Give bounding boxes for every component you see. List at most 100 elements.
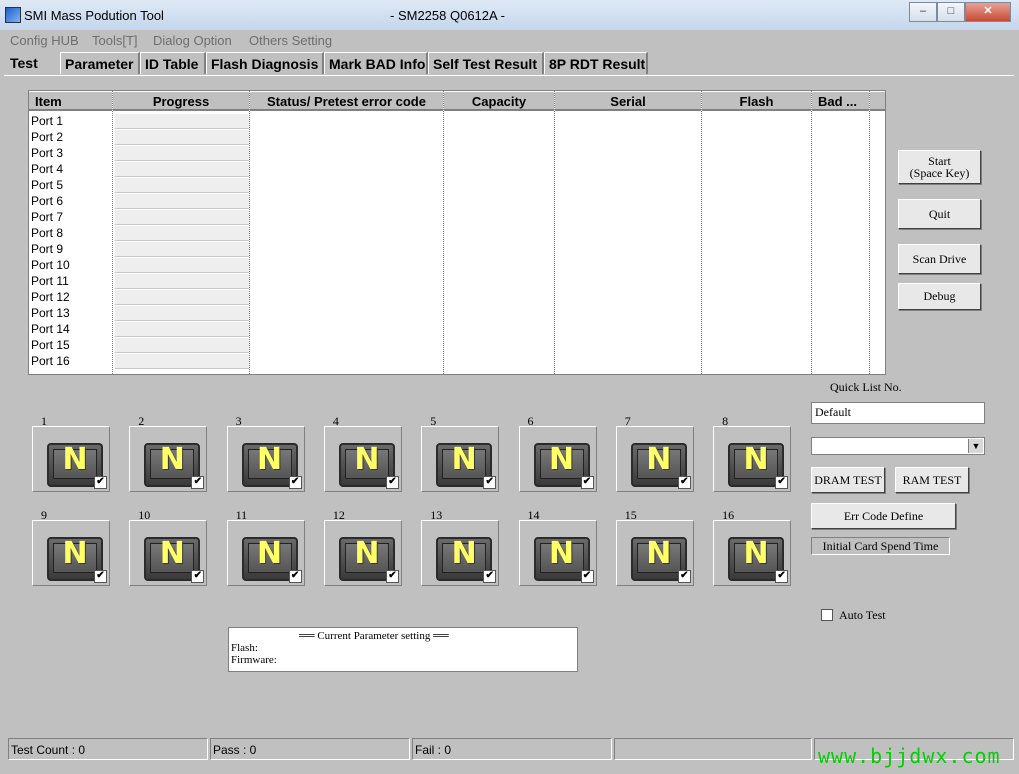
port-checkbox[interactable]: ✔: [677, 476, 691, 489]
table-row-item[interactable]: Port 15: [31, 337, 70, 353]
table-row-item[interactable]: Port 11: [31, 273, 69, 289]
tab-8p-rdt-result[interactable]: 8P RDT Result: [544, 52, 648, 74]
port-state-letter: N: [646, 442, 672, 477]
port-tile[interactable]: 15 N ✔: [615, 508, 696, 586]
dram-test-button[interactable]: DRAM TEST: [811, 467, 885, 493]
port-checkbox[interactable]: ✔: [191, 476, 205, 489]
column-header-bad[interactable]: Bad ...: [812, 91, 869, 111]
column-header-progress[interactable]: Progress: [113, 91, 249, 111]
port-tile[interactable]: 6 N ✔: [518, 414, 599, 492]
port-tile[interactable]: 5 N ✔: [421, 414, 501, 492]
maximize-button[interactable]: □: [937, 2, 965, 22]
port-tile[interactable]: 12 N ✔: [323, 508, 404, 586]
column-header-status[interactable]: Status/ Pretest error code: [250, 91, 443, 111]
menu-others-setting[interactable]: Others Setting: [249, 33, 332, 48]
table-row-item[interactable]: Port 5: [31, 177, 63, 193]
port-tile[interactable]: 7 N ✔: [615, 414, 696, 492]
port-checkbox[interactable]: ✔: [580, 476, 594, 489]
port-tile[interactable]: 10 N ✔: [129, 508, 209, 586]
tab-self-test-result[interactable]: Self Test Result: [428, 52, 544, 74]
quick-list-select[interactable]: ▼: [811, 437, 985, 455]
menu-dialog-option[interactable]: Dialog Option: [153, 33, 232, 48]
table-row-item[interactable]: Port 12: [31, 289, 70, 305]
table-row-item[interactable]: Port 16: [31, 353, 70, 369]
table-row-item[interactable]: Port 9: [31, 241, 63, 257]
status-pass: Pass : 0: [210, 738, 410, 760]
port-tile[interactable]: 8 N ✔: [713, 414, 793, 492]
menu-tools[interactable]: Tools[T]: [92, 33, 138, 48]
start-button[interactable]: Start (Space Key): [898, 150, 981, 184]
progress-bar: [115, 210, 249, 225]
port-checkbox[interactable]: ✔: [483, 570, 497, 583]
port-state-letter: N: [257, 442, 283, 477]
table-row-item[interactable]: Port 6: [31, 193, 63, 209]
port-checkbox[interactable]: ✔: [775, 570, 789, 583]
tab-mark-bad-info[interactable]: Mark BAD Info: [324, 52, 428, 74]
port-tile[interactable]: 13 N ✔: [421, 508, 501, 586]
port-checkbox[interactable]: ✔: [775, 476, 789, 489]
table-row-item[interactable]: Port 8: [31, 225, 63, 241]
table-row-item[interactable]: Port 14: [31, 321, 70, 337]
minimize-button[interactable]: –: [909, 2, 937, 22]
port-tile[interactable]: 1 N ✔: [32, 414, 112, 492]
tab-test[interactable]: Test: [6, 52, 58, 74]
tab-flash-diagnosis[interactable]: Flash Diagnosis: [206, 52, 324, 74]
port-status-table[interactable]: Item Port 1 Port 2 Port 3 Port 4 Port 5 Port …: [28, 90, 886, 375]
table-row-item[interactable]: Port 1: [31, 113, 63, 129]
progress-bar: [115, 178, 249, 193]
progress-bar: [115, 338, 249, 353]
port-tile[interactable]: 16 N ✔: [713, 508, 793, 586]
port-checkbox[interactable]: ✔: [677, 570, 691, 583]
progress-bar: [115, 322, 249, 337]
port-tile[interactable]: 11 N ✔: [226, 508, 307, 586]
table-row-item[interactable]: Port 10: [31, 257, 70, 273]
port-tile[interactable]: 4 N ✔: [323, 414, 404, 492]
port-state-letter: N: [159, 442, 185, 477]
port-checkbox[interactable]: ✔: [385, 570, 399, 583]
port-tile[interactable]: 9 N ✔: [32, 508, 112, 586]
progress-bar: [115, 290, 249, 305]
tab-parameter[interactable]: Parameter: [60, 52, 140, 74]
firmware-label: Firmware:: [231, 654, 277, 666]
quit-button[interactable]: Quit: [898, 199, 981, 229]
port-checkbox[interactable]: ✔: [94, 570, 107, 583]
table-row-item[interactable]: Port 2: [31, 129, 63, 145]
initial-card-spend-time-field: Initial Card Spend Time: [811, 537, 950, 555]
menu-config-hub[interactable]: Config HUB: [10, 33, 79, 48]
column-header-capacity[interactable]: Capacity: [444, 91, 554, 111]
port-checkbox[interactable]: ✔: [385, 476, 399, 489]
table-row-item[interactable]: Port 4: [31, 161, 63, 177]
port-checkbox[interactable]: ✔: [94, 476, 107, 489]
port-tile[interactable]: 3 N ✔: [226, 414, 307, 492]
port-state-letter: N: [743, 442, 769, 477]
column-header-flash[interactable]: Flash: [702, 91, 811, 111]
port-frame: N ✔: [323, 426, 402, 492]
quick-list-input[interactable]: Default: [811, 402, 985, 424]
window-controls: – □ ✕: [909, 2, 1011, 22]
progress-bar: [115, 354, 249, 369]
port-checkbox[interactable]: ✔: [288, 476, 302, 489]
tab-id-table[interactable]: ID Table: [140, 52, 206, 74]
column-header-serial[interactable]: Serial: [555, 91, 701, 111]
table-row-item[interactable]: Port 13: [31, 305, 70, 321]
scan-drive-button[interactable]: Scan Drive: [898, 244, 981, 274]
chevron-down-icon[interactable]: ▼: [968, 439, 983, 453]
table-row-item[interactable]: Port 3: [31, 145, 63, 161]
port-checkbox[interactable]: ✔: [483, 476, 497, 489]
auto-test-checkbox[interactable]: [821, 609, 833, 621]
tab-divider: [4, 75, 1014, 76]
table-row-item[interactable]: Port 7: [31, 209, 63, 225]
column-header-item[interactable]: Item: [29, 91, 112, 111]
app-title: SMI Mass Podution Tool: [24, 8, 164, 23]
port-tile[interactable]: 14 N ✔: [518, 508, 599, 586]
progress-bar: [115, 130, 249, 145]
port-checkbox[interactable]: ✔: [580, 570, 594, 583]
debug-button[interactable]: Debug: [898, 283, 981, 310]
port-checkbox[interactable]: ✔: [288, 570, 302, 583]
port-tile[interactable]: 2 N ✔: [129, 414, 209, 492]
ram-test-button[interactable]: RAM TEST: [895, 467, 969, 493]
err-code-define-button[interactable]: Err Code Define: [811, 503, 956, 529]
close-button[interactable]: ✕: [965, 2, 1011, 22]
port-frame: N ✔: [32, 426, 110, 492]
port-checkbox[interactable]: ✔: [191, 570, 205, 583]
